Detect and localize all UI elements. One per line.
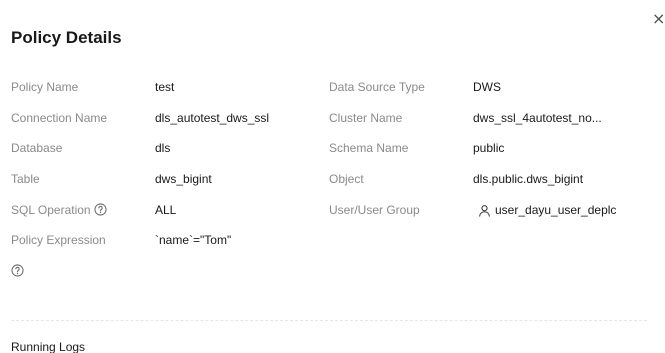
sql-operation-label-wrap: SQL Operation	[11, 200, 107, 220]
section-divider	[11, 320, 647, 321]
details-row-1: Policy Name test Data Source Type DWS	[0, 77, 665, 97]
close-icon: ×	[652, 10, 665, 28]
cluster-name-value: dws_ssl_4autotest_no...	[473, 111, 602, 125]
user-group-value-wrap: user_dayu_user_deplc	[478, 200, 630, 220]
object-value: dls.public.dws_bigint	[473, 172, 584, 186]
policy-name-value: test	[155, 80, 175, 94]
connection-name-label: Connection Name	[11, 111, 108, 125]
data-source-type-label: Data Source Type	[329, 80, 425, 94]
close-button[interactable]: ×	[652, 10, 665, 28]
user-group-value: user_dayu_user_deplc	[495, 203, 617, 217]
help-icon[interactable]	[11, 264, 24, 277]
help-icon[interactable]	[94, 203, 107, 216]
connection-name-value: dls_autotest_dws_ssl	[155, 111, 270, 125]
details-row-4: Table dws_bigint Object dls.public.dws_b…	[0, 169, 665, 189]
sql-operation-label: SQL Operation	[11, 203, 91, 217]
details-row-3: Database dls Schema Name public	[0, 138, 665, 158]
data-source-type-value: DWS	[473, 80, 501, 94]
sql-operation-value: ALL	[155, 203, 177, 217]
user-icon	[478, 204, 491, 217]
dialog-title: Policy Details	[11, 28, 122, 47]
details-row-6: Policy Expression `name`="Tom"	[0, 230, 665, 250]
cluster-name-label: Cluster Name	[329, 111, 403, 125]
object-label: Object	[329, 172, 364, 186]
database-value: dls	[155, 141, 171, 155]
details-row-2: Connection Name dls_autotest_dws_ssl Clu…	[0, 108, 665, 128]
user-group-label: User/User Group	[329, 203, 420, 217]
schema-name-label: Schema Name	[329, 141, 409, 155]
policy-expression-label: Policy Expression	[11, 233, 106, 247]
schema-name-value: public	[473, 141, 505, 155]
table-label: Table	[11, 172, 40, 186]
running-logs-title: Running Logs	[11, 340, 86, 353]
database-label: Database	[11, 141, 63, 155]
details-row-5: SQL Operation ALL User/User Group user_d…	[0, 200, 665, 220]
policy-expression-value: `name`="Tom"	[155, 233, 232, 247]
table-value: dws_bigint	[155, 172, 212, 186]
policy-name-label: Policy Name	[11, 80, 79, 94]
